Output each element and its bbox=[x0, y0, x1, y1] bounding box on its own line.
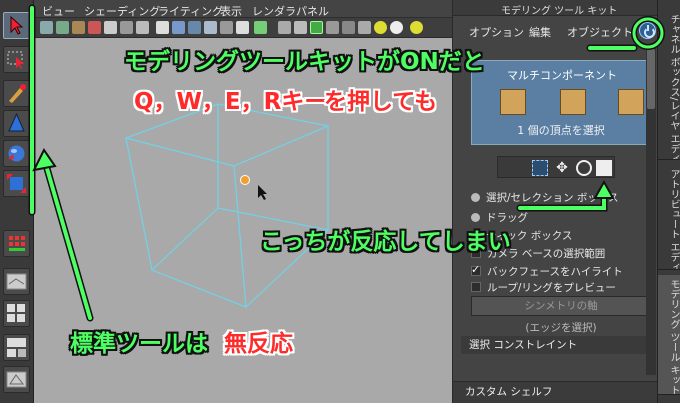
toolkit-power-button[interactable] bbox=[639, 22, 656, 39]
symmetry-axis-button[interactable]: シンメトリの軸 bbox=[471, 296, 651, 316]
menu-object[interactable]: オブジェクト bbox=[567, 24, 633, 40]
menu-options[interactable]: オプション bbox=[469, 24, 524, 40]
option-backface[interactable]: バックフェースをハイライト bbox=[471, 263, 623, 279]
wireframe-icon[interactable] bbox=[156, 21, 169, 34]
lasso-icon bbox=[7, 51, 24, 69]
radio-icon bbox=[471, 213, 480, 222]
radio-icon bbox=[471, 193, 480, 202]
marquee-select-icon[interactable] bbox=[532, 160, 548, 176]
annotation-reacts: こっちが反応してしまい bbox=[260, 229, 511, 255]
tab-modeling-toolkit[interactable]: モデリング ツール キット bbox=[658, 275, 680, 395]
xray-icon[interactable] bbox=[204, 21, 217, 34]
uv-mode-icon[interactable] bbox=[618, 89, 644, 115]
scale-tool-button[interactable] bbox=[3, 170, 30, 197]
vertex-mode-icon[interactable] bbox=[500, 89, 526, 115]
menu-edit[interactable]: 編集 bbox=[529, 24, 551, 40]
grid-icon[interactable] bbox=[104, 21, 117, 34]
menu-lighting[interactable]: ライティング bbox=[158, 3, 223, 19]
layout-persp-icon bbox=[6, 371, 27, 388]
menu-shading[interactable]: シェーディング bbox=[84, 3, 160, 19]
panel-title: モデリング ツール キット bbox=[501, 6, 618, 17]
motion-blur-icon[interactable] bbox=[342, 21, 355, 34]
sphere-icon[interactable] bbox=[390, 21, 403, 34]
resolution-gate-icon[interactable] bbox=[136, 21, 149, 34]
checkbox-checked-icon bbox=[471, 263, 481, 276]
layout-four-button[interactable] bbox=[3, 300, 30, 327]
move-icon[interactable]: ✥ bbox=[554, 160, 570, 176]
film-gate-icon[interactable] bbox=[120, 21, 133, 34]
layout-single-button[interactable] bbox=[3, 268, 30, 295]
component-label: マルチコンポーネント bbox=[507, 69, 617, 82]
tab-channel-box[interactable]: チャネル ボックス/レイヤ エディタ bbox=[658, 10, 680, 160]
xray-joints-icon[interactable] bbox=[220, 21, 233, 34]
annotation-no-reaction: 無反応 bbox=[224, 331, 293, 357]
select-arrow-icon bbox=[10, 15, 24, 35]
menu-view[interactable]: ビュー bbox=[42, 3, 75, 19]
default-light-icon[interactable] bbox=[410, 21, 423, 34]
light-icon[interactable] bbox=[374, 21, 387, 34]
layout-four-icon bbox=[7, 304, 25, 322]
camera-icon[interactable] bbox=[40, 21, 53, 34]
bookmark-icon[interactable] bbox=[72, 21, 85, 34]
checkbox-icon bbox=[471, 282, 481, 292]
smooth-shade-icon[interactable] bbox=[172, 21, 185, 34]
menu-renderer[interactable]: レンダラ bbox=[252, 3, 296, 19]
panel-scrollbar[interactable] bbox=[646, 45, 656, 375]
tab-attribute-editor[interactable]: アトリビュート エディタ bbox=[658, 165, 680, 270]
option-select-box[interactable]: 選択/セレクション ボックス bbox=[471, 190, 619, 205]
edge-hint: (エッジを選択) bbox=[525, 322, 597, 334]
lasso-tool-button[interactable] bbox=[3, 46, 30, 73]
annotation-toolkit-on: モデリングツールキットがONだと bbox=[124, 49, 485, 75]
paint-select-tool-button[interactable] bbox=[3, 80, 30, 107]
paint-select-icon bbox=[9, 84, 26, 103]
scale-icon[interactable] bbox=[596, 160, 612, 176]
component-mode-button[interactable] bbox=[3, 230, 30, 257]
rotate-tool-button[interactable] bbox=[3, 140, 30, 167]
annotation-standard-tools: 標準ツールは bbox=[70, 331, 208, 357]
scale-icon bbox=[7, 174, 26, 193]
selected-vertex[interactable] bbox=[240, 175, 250, 185]
move-icon bbox=[8, 112, 25, 132]
isolate-icon[interactable] bbox=[278, 21, 291, 34]
annotation-keys: Q，W，E，Rキー bbox=[134, 89, 328, 115]
menu-panels[interactable]: パネル bbox=[296, 3, 329, 19]
image-plane-icon[interactable] bbox=[88, 21, 101, 34]
layout-side-icon bbox=[7, 338, 26, 357]
menu-show[interactable]: 表示 bbox=[220, 3, 242, 19]
rotate-icon bbox=[8, 145, 25, 162]
layout-persp-button[interactable] bbox=[3, 366, 30, 393]
side-tab-strip: チャネル ボックス/レイヤ エディタ アトリビュート エディタ モデリング ツー… bbox=[657, 0, 680, 403]
selection-tool-row: ✥ bbox=[497, 156, 615, 178]
layout-single-icon bbox=[6, 273, 27, 290]
panel-title-bar: モデリング ツール キット bbox=[453, 0, 658, 17]
layout-side-button[interactable] bbox=[3, 334, 30, 361]
cursor-icon bbox=[258, 185, 267, 200]
face-mode-icon[interactable] bbox=[560, 89, 586, 115]
annotation-keys-suffix: を押しても bbox=[324, 89, 438, 115]
move-tool-button[interactable] bbox=[3, 110, 30, 137]
camera-attr-icon[interactable] bbox=[56, 21, 69, 34]
anti-alias-icon[interactable] bbox=[358, 21, 371, 34]
use-lights-icon[interactable] bbox=[254, 21, 267, 34]
custom-shelf-header[interactable]: カスタム シェルフ bbox=[453, 381, 658, 403]
option-loop-ring[interactable]: ループ/リングをプレビュー bbox=[471, 280, 616, 295]
textured-icon[interactable] bbox=[236, 21, 249, 34]
isolate-select-icon[interactable] bbox=[310, 21, 323, 34]
screen-space-ao-icon[interactable] bbox=[326, 21, 339, 34]
select-tool-button[interactable] bbox=[3, 12, 30, 39]
selection-constraint-header[interactable]: 選択 コンストレイント bbox=[461, 336, 651, 354]
scrollbar-thumb[interactable] bbox=[647, 49, 655, 109]
viewport-menubar: ビュー シェーディング ライティング 表示 レンダラ パネル bbox=[34, 0, 452, 18]
selection-status: 1 個の頂点を選択 bbox=[517, 124, 605, 137]
tool-box bbox=[0, 0, 34, 403]
rotate-icon[interactable] bbox=[576, 160, 592, 176]
wireframe-on-shaded-icon[interactable] bbox=[188, 21, 201, 34]
viewport-icon-bar bbox=[34, 18, 452, 38]
component-grid-icon bbox=[9, 236, 25, 251]
shadows-icon[interactable] bbox=[294, 21, 307, 34]
